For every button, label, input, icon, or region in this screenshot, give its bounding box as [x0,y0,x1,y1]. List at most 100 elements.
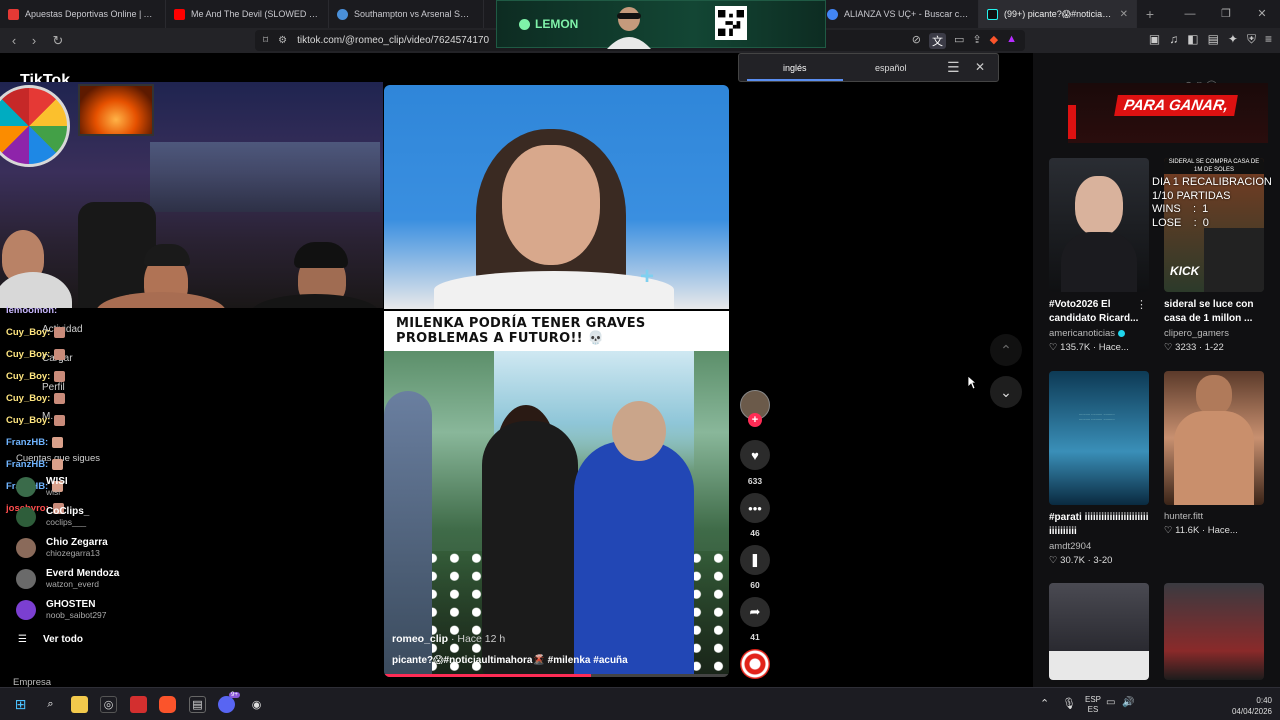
mute-icon[interactable]: ⊘ [912,33,921,49]
close-tab-icon[interactable]: ✕ [1120,9,1128,20]
translate-menu-icon[interactable]: ☰ [947,59,960,76]
lang-code: ESP [1085,695,1102,704]
media-icon[interactable]: ♫ [1169,32,1178,47]
language-indicator[interactable]: ESP ES [1085,695,1101,715]
youtube-icon [174,8,185,20]
card-author[interactable]: clipero_gamers [1164,328,1264,339]
chevron-up-icon[interactable]: ⌃ [1040,697,1049,710]
card-author[interactable]: hunter.fitt [1164,511,1264,522]
windows-start-icon[interactable]: ⊞ [12,696,29,713]
video-progress-bar[interactable] [384,674,729,677]
following-item[interactable]: Everd Mendoza watzon_everd [16,568,119,589]
following-item[interactable]: Chio Zegarra chiozegarra13 [16,537,108,558]
card-author[interactable]: amdt2904 [1049,541,1149,552]
share-arrow-icon[interactable]: ➦ [740,597,770,627]
previous-video-chevron-up-icon[interactable]: ⌃ [990,334,1022,366]
minimize-icon[interactable]: — [1172,0,1208,28]
file-explorer-icon[interactable] [71,696,88,713]
bookmark-icon[interactable]: ❚ [740,545,770,575]
video-card[interactable]: ⋮ #Voto2026 El candidato Ricard... ameri… [1049,158,1149,353]
following-name: Everd Mendoza [46,568,120,579]
stream-promo-banner: PARA GANAR, [1068,83,1268,143]
tab-search-icon[interactable]: ▣ [1149,32,1160,47]
share-icon[interactable]: ⇪ [972,33,981,49]
wallet-icon[interactable]: ▤ [1208,32,1219,47]
system-clock[interactable]: 0:40 04/04/2026 [1232,695,1272,717]
video-player[interactable]: + MILENKA PODRÍA TENER GRAVES PROBLEMAS … [384,85,729,677]
thumb-caption: SIDERAL SE COMPRA CASA DE 1M DE SOLES [1164,158,1264,174]
sidebar-icon[interactable]: ◧ [1187,32,1198,47]
reload-icon[interactable]: ↻ [48,33,68,49]
vpn-icon[interactable]: ⛨ [1247,32,1256,47]
globe-icon [337,8,348,20]
browser-tab[interactable]: Southampton vs Arsenal SCORES24 [329,0,484,28]
see-all-link[interactable]: ☰ Ver todo [18,634,83,645]
chat-message: Cuy_Boy: [6,415,66,426]
following-name: CoClips_ [46,506,90,517]
music-disc-icon[interactable] [740,649,770,679]
lang-tab-to[interactable]: español [875,63,907,73]
next-video-chevron-down-icon[interactable]: ⌄ [990,376,1022,408]
video-card[interactable]: hunter.fitt ♡ 11.6K · Hace... [1164,371,1264,536]
menu-icon[interactable]: ≡ [1265,32,1272,47]
url-actions: ⊘ 文 ▭ ⇪ ◆ ▲ [912,32,1025,49]
lang-tab-from[interactable]: inglés [747,63,842,81]
browser-tab[interactable]: Apuestas Deportivas Online | Apuest [0,0,166,28]
card-title: #parati iiiiiiiiiiiiiiiiiiiiiii iiiiiiii… [1049,512,1149,537]
video-card[interactable] [1164,583,1264,680]
card-author-name: americanoticias [1049,328,1115,339]
following-item[interactable]: CoClips_ coclips___ [16,506,89,527]
browser-tab-active[interactable]: (99+) picante?😱#noticiaulti ✕ [979,0,1137,28]
following-item[interactable]: GHOSTEN noob_saibot297 [16,599,107,620]
notification-badge: 9+ [229,692,240,698]
back-icon[interactable]: ‹ [4,33,24,48]
close-icon[interactable]: ✕ [975,60,985,74]
bookmark-icon[interactable]: ⌑ [263,35,268,46]
browser-tab[interactable]: ALIANZA VS UÇ+ - Buscar con Goog [819,0,979,28]
rewards-icon[interactable]: ▲ [1006,33,1017,49]
app-icon[interactable]: ◎ [100,696,117,713]
comment-icon[interactable]: ••• [740,493,770,523]
forward-icon[interactable]: › [24,33,44,48]
brave-shield-icon[interactable]: ◆ [990,33,998,49]
thumb-torso [1174,411,1254,505]
network-icon[interactable]: ▭ [1106,697,1115,708]
more-icon[interactable]: ⋮ [1136,298,1147,311]
hair [294,242,348,268]
qr-code [715,6,747,40]
translate-icon[interactable]: 文 [929,32,947,49]
app-icon[interactable] [130,696,147,713]
sponsor-person-image [607,7,651,49]
speaker-face [502,145,600,265]
following-item[interactable]: WISI wisi [16,476,68,497]
browser-tab[interactable]: Me And The Devil (SLOWED + ECO) [166,0,329,28]
clock-time: 0:40 [1256,696,1272,705]
video-caption[interactable]: picante?😱#noticiaultimahora🌋 #milenka #a… [392,655,628,666]
like-heart-icon[interactable]: ♥ [740,440,770,470]
close-window-icon[interactable]: ✕ [1244,0,1280,28]
microphone-icon[interactable]: 🎙 [1062,697,1076,710]
media-app-icon[interactable]: ▤ [189,696,206,713]
card-author[interactable]: americanoticias [1049,328,1149,339]
video-card[interactable] [1049,583,1149,680]
card-title: sideral se luce con casa de 1 millon ... [1164,299,1254,324]
cast-icon[interactable]: ▭ [954,33,964,49]
follow-plus-icon[interactable]: + [748,413,762,427]
card-author-name: amdt2904 [1049,541,1092,552]
brave-browser-icon[interactable] [159,696,176,713]
emote-icon [52,459,64,470]
video-card[interactable]: .......... .......... .......... .......… [1049,371,1149,566]
discord-icon[interactable] [218,696,235,713]
volume-icon[interactable]: 🔊 [1122,697,1134,708]
app-icon[interactable]: ◉ [248,696,265,713]
video-progress-fill [384,674,591,677]
video-author[interactable]: romeo_clip [392,633,448,645]
leo-ai-icon[interactable]: ✦ [1228,32,1238,47]
new-tab-button[interactable]: + [1137,6,1163,22]
site-info-icon[interactable]: ⚙ [278,35,287,46]
stream-webcam-overlay [0,82,383,308]
tab-title: Southampton vs Arsenal SCORES24 [354,9,475,19]
search-icon[interactable]: ⌕ [42,696,59,713]
maximize-icon[interactable]: ❐ [1208,0,1244,28]
plus-logo-icon: + [640,263,655,290]
